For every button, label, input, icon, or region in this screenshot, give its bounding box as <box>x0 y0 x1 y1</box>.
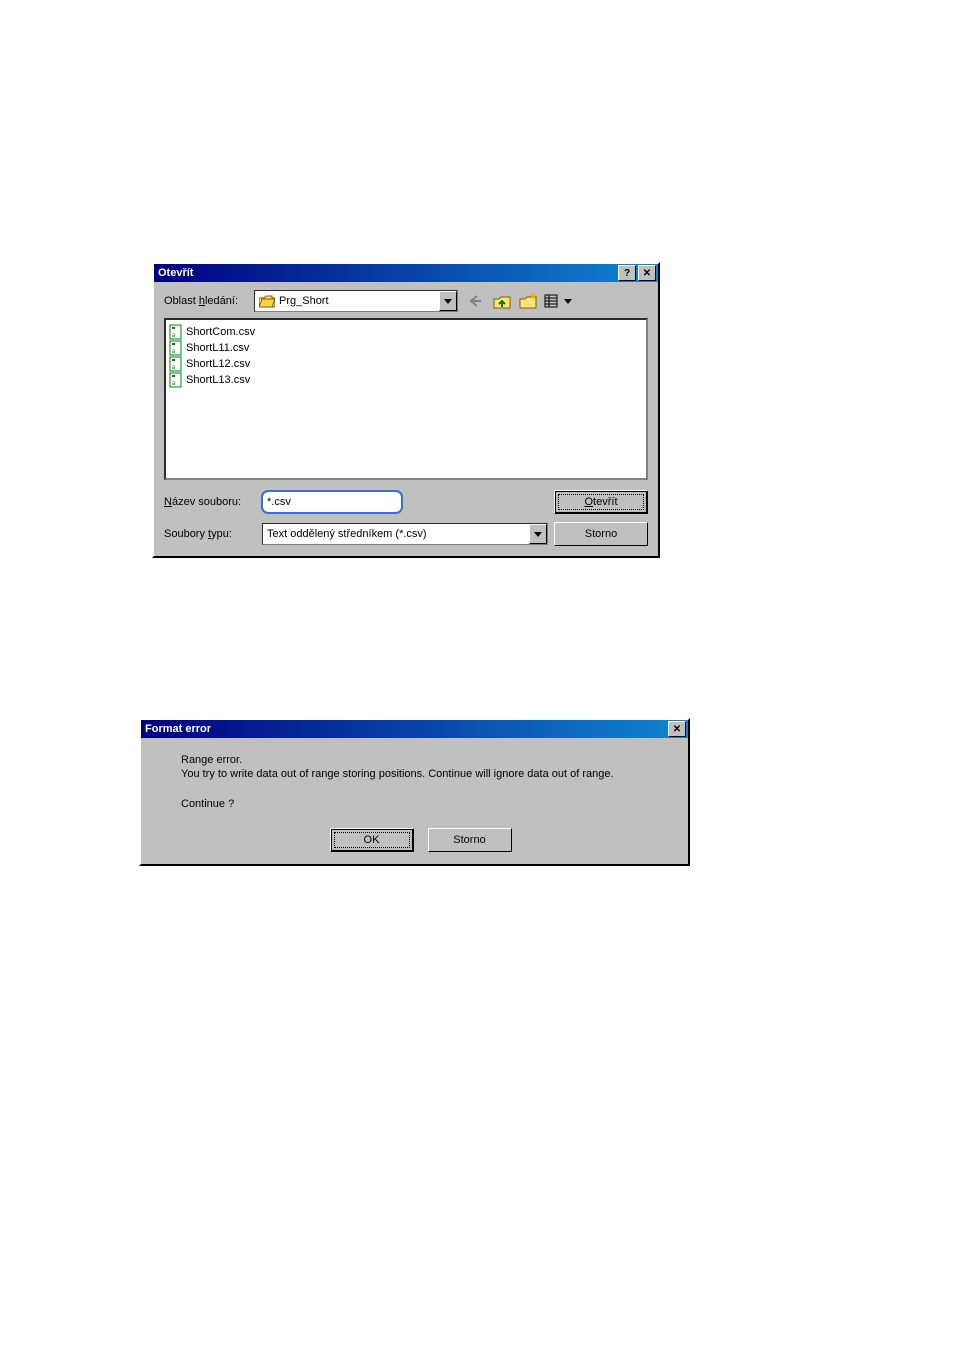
views-button[interactable] <box>542 290 574 312</box>
error-line-2: You try to write data out of range stori… <box>181 768 660 780</box>
file-list-pane[interactable]: a ShortCom.csv a ShortL11.csv a ShortL12… <box>164 318 648 480</box>
filetype-value: Text oddělený středníkem (*.csv) <box>263 528 529 540</box>
look-in-combo[interactable]: Prg_Short <box>254 290 458 312</box>
new-folder-button[interactable] <box>516 290 540 312</box>
filetype-combo[interactable]: Text oddělený středníkem (*.csv) <box>262 523 548 545</box>
file-item[interactable]: a ShortCom.csv <box>168 324 644 340</box>
close-button[interactable]: ✕ <box>638 265 656 281</box>
help-icon: ? <box>624 268 630 279</box>
filename-label: Název souboru: <box>164 496 254 508</box>
csv-file-icon: a <box>168 340 184 356</box>
file-item[interactable]: a ShortL12.csv <box>168 356 644 372</box>
help-button[interactable]: ? <box>618 265 636 281</box>
chevron-down-icon <box>534 532 542 537</box>
open-dialog-titlebar[interactable]: Otevřít ? ✕ <box>154 264 658 282</box>
error-question: Continue ? <box>181 798 660 810</box>
look-in-label: Oblast hledání: <box>164 295 254 307</box>
cancel-button[interactable]: Storno <box>554 522 648 546</box>
up-one-level-button[interactable] <box>490 290 514 312</box>
new-folder-icon <box>519 293 537 309</box>
csv-file-icon: a <box>168 356 184 372</box>
open-dialog-toolbar <box>464 290 574 312</box>
error-dialog-titlebar[interactable]: Format error ✕ <box>141 720 688 738</box>
open-button[interactable]: Otevřít <box>554 490 648 514</box>
file-name: ShortL13.csv <box>186 374 250 386</box>
ok-button[interactable]: OK <box>330 828 414 852</box>
views-icon <box>544 294 562 308</box>
format-error-dialog: Format error ✕ Range error. You try to w… <box>139 718 690 866</box>
chevron-down-icon <box>444 299 452 304</box>
cancel-button[interactable]: Storno <box>428 828 512 852</box>
look-in-dropdown-button[interactable] <box>439 291 457 311</box>
close-icon: ✕ <box>643 268 651 279</box>
filetype-label: Soubory typu: <box>164 528 254 540</box>
file-item[interactable]: a ShortL13.csv <box>168 372 644 388</box>
back-button[interactable] <box>464 290 488 312</box>
back-arrow-icon <box>468 294 484 308</box>
close-icon: ✕ <box>673 724 681 735</box>
chevron-down-icon <box>564 299 572 304</box>
up-one-level-icon <box>493 293 511 309</box>
open-file-dialog: Otevřít ? ✕ Oblast hledání: Prg_Short <box>152 262 660 558</box>
error-dialog-title: Format error <box>143 723 666 735</box>
open-dialog-title: Otevřít <box>156 267 616 279</box>
csv-file-icon: a <box>168 372 184 388</box>
file-name: ShortL12.csv <box>186 358 250 370</box>
file-name: ShortCom.csv <box>186 326 255 338</box>
open-folder-icon <box>259 294 275 308</box>
filename-input[interactable]: *.csv <box>262 491 402 513</box>
filetype-dropdown-button[interactable] <box>529 524 547 544</box>
look-in-folder-name: Prg_Short <box>279 295 439 307</box>
close-button[interactable]: ✕ <box>668 721 686 737</box>
error-line-1: Range error. <box>181 754 660 766</box>
csv-file-icon: a <box>168 324 184 340</box>
file-item[interactable]: a ShortL11.csv <box>168 340 644 356</box>
file-name: ShortL11.csv <box>186 342 249 354</box>
